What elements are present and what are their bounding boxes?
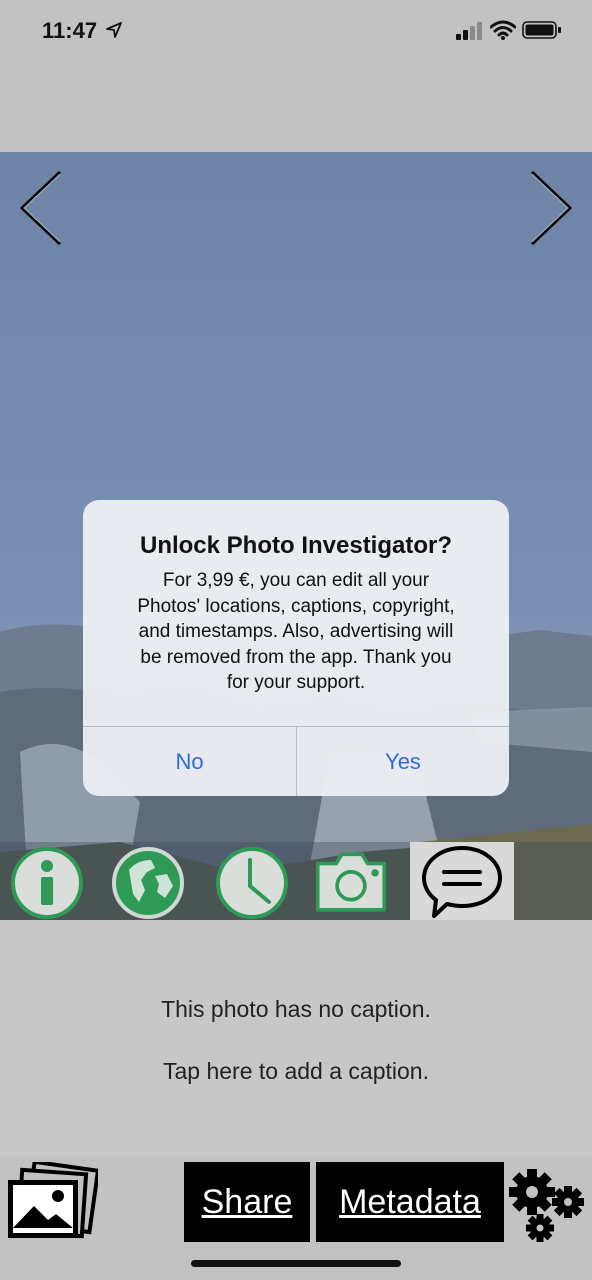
- alert-message: For 3,99 €, you can edit all your Photos…: [111, 568, 481, 696]
- alert-message-line: for your support.: [226, 672, 366, 693]
- top-spacer: [0, 64, 592, 152]
- tab-caption[interactable]: [410, 842, 514, 920]
- alert-message-line: For 3,99 €, you can edit all your: [162, 570, 430, 591]
- camera-icon[interactable]: [314, 846, 388, 920]
- no-caption-text: This photo has no caption.: [161, 996, 431, 1022]
- gears-icon[interactable]: [508, 1168, 590, 1246]
- caption-area[interactable]: This photo has no caption. Tap here to a…: [0, 920, 592, 1156]
- wifi-icon: [490, 20, 516, 40]
- alert-title: Unlock Photo Investigator?: [139, 532, 453, 559]
- info-icon[interactable]: [10, 846, 84, 920]
- status-time: 11:47: [42, 18, 98, 43]
- add-caption-hint[interactable]: Tap here to add a caption.: [0, 1058, 592, 1085]
- globe-icon[interactable]: [111, 846, 185, 920]
- alert-message-line: be removed from the app. Thank you: [140, 646, 452, 668]
- battery-icon: [522, 21, 561, 39]
- bottom-bar: Share Metadata: [0, 1156, 592, 1280]
- yes-button[interactable]: Yes: [297, 727, 509, 796]
- clock-icon[interactable]: [215, 846, 289, 920]
- speech-bubble-icon: [422, 846, 502, 918]
- home-indicator[interactable]: [191, 1260, 401, 1267]
- unlock-alert-dialog: Unlock Photo Investigator? For 3,99 €, y…: [83, 500, 509, 796]
- metadata-button[interactable]: Metadata: [316, 1162, 504, 1242]
- chevron-right-icon[interactable]: [528, 170, 574, 246]
- photo-library-icon[interactable]: [6, 1162, 98, 1242]
- alert-message-line: and timestamps. Also, advertising will: [138, 621, 454, 642]
- no-button[interactable]: No: [83, 727, 296, 796]
- detail-toolbar: [0, 842, 592, 920]
- cellular-signal-icon: [456, 22, 482, 40]
- chevron-left-icon[interactable]: [18, 170, 64, 246]
- location-arrow-icon: [106, 22, 122, 38]
- share-button[interactable]: Share: [184, 1162, 310, 1242]
- status-bar: 11:47: [0, 0, 592, 64]
- alert-message-line: Photos' locations, captions, copyright,: [137, 595, 455, 617]
